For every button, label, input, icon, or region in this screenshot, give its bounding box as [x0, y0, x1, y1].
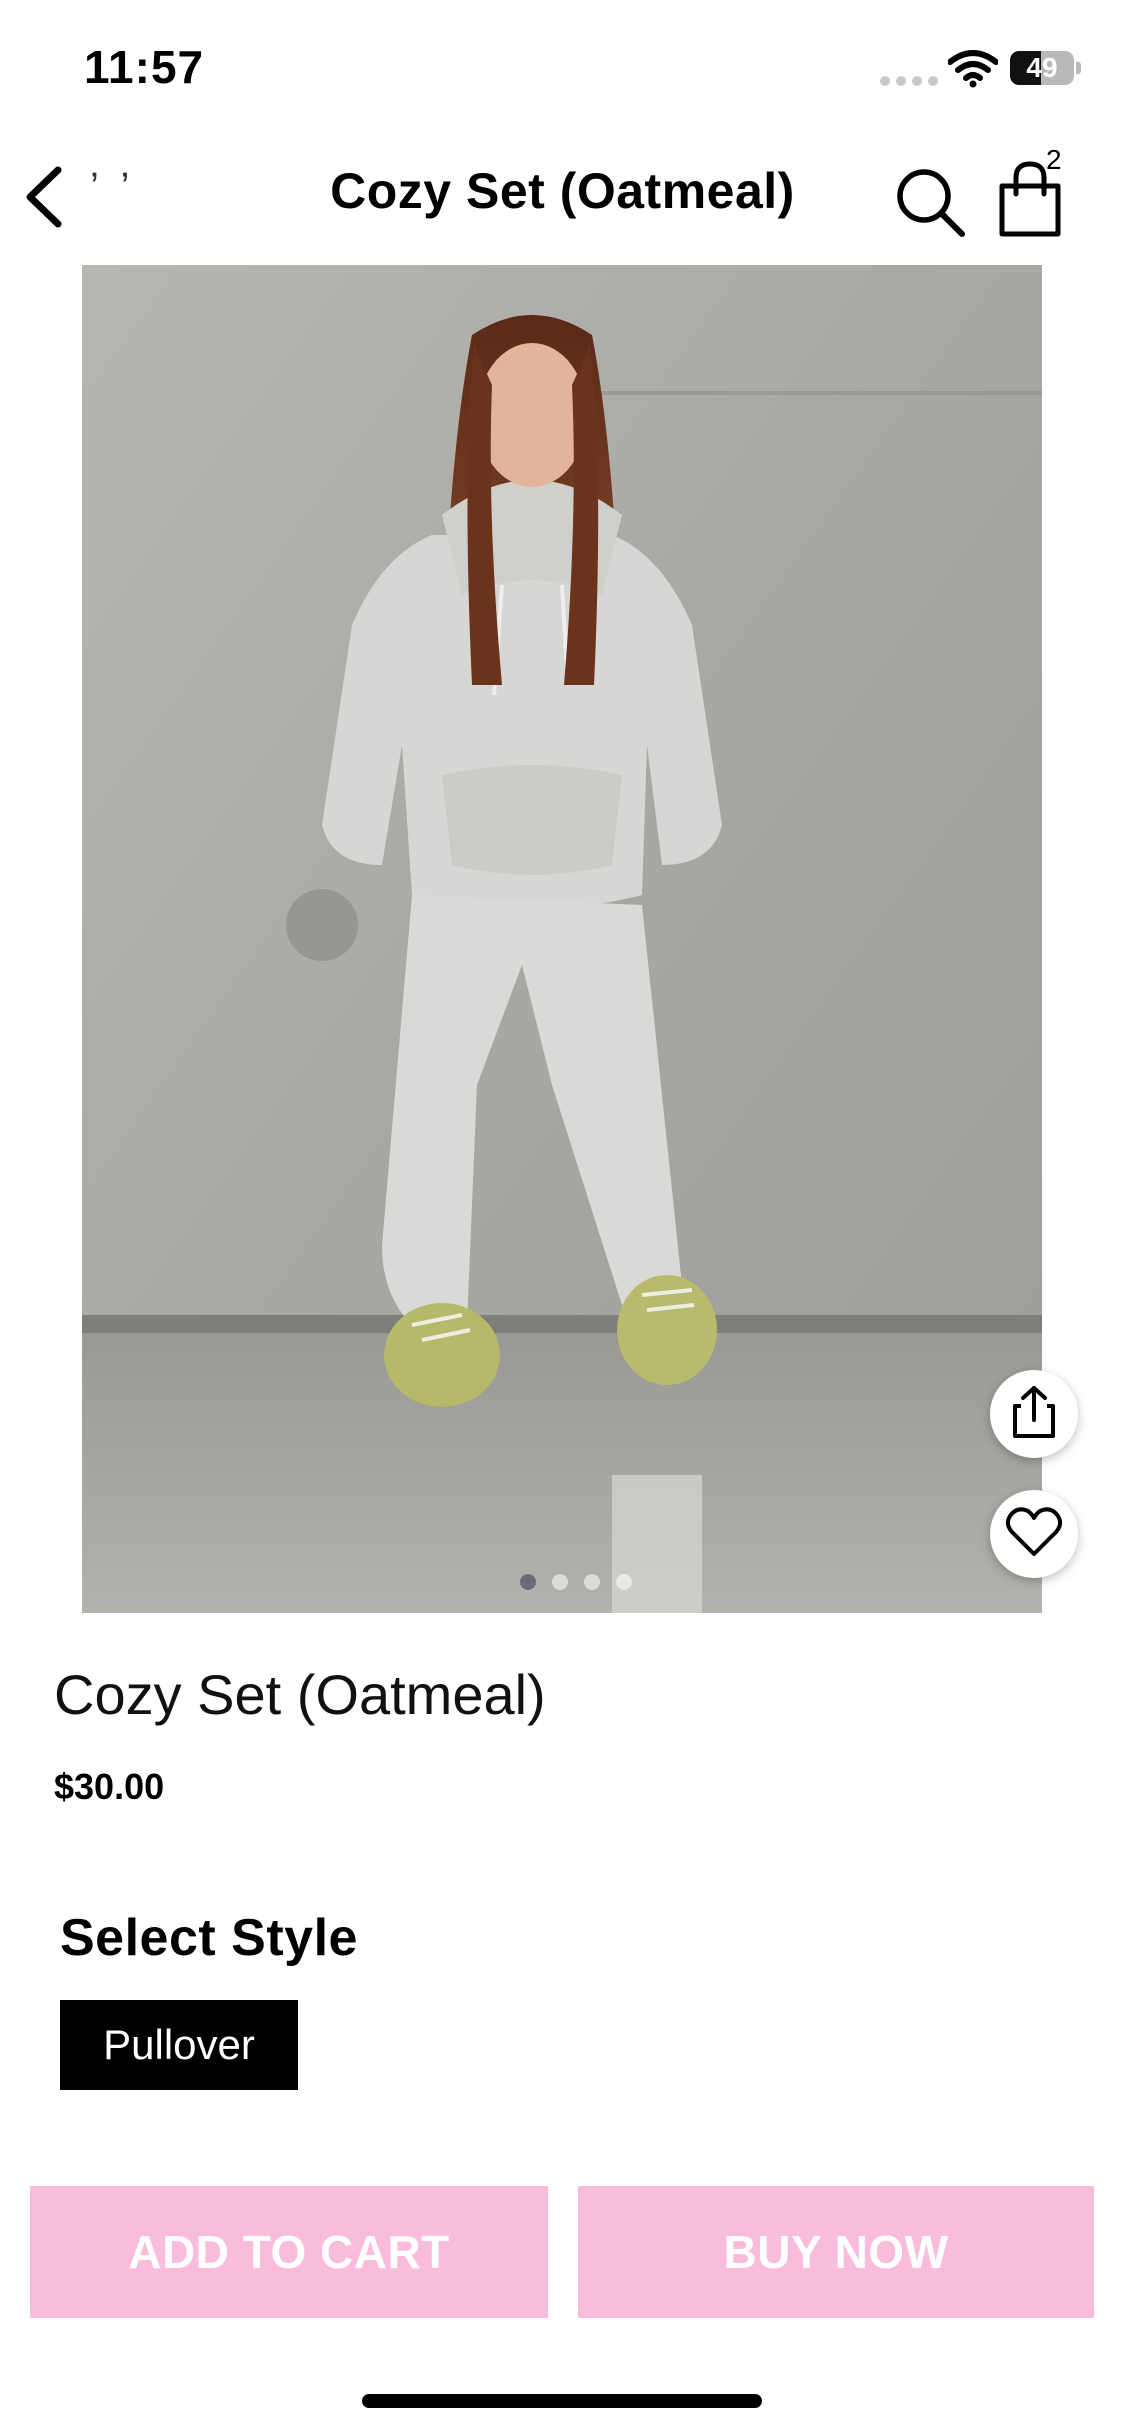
style-option-pullover[interactable]: Pullover	[60, 2000, 298, 2090]
wifi-icon	[947, 50, 999, 93]
battery-cap	[1076, 62, 1081, 74]
image-carousel-dots[interactable]	[520, 1574, 632, 1590]
share-icon	[1009, 1384, 1059, 1445]
product-price: $30.00	[54, 1766, 165, 1807]
back-label[interactable]: ’ ’	[90, 165, 135, 210]
product-image[interactable]	[82, 265, 1042, 1613]
chevron-left-icon[interactable]	[20, 162, 70, 237]
add-to-cart-button[interactable]: ADD TO CART	[30, 2186, 548, 2318]
wishlist-button[interactable]	[990, 1490, 1078, 1578]
battery-level-text: 49	[1026, 52, 1058, 83]
status-time: 11:57	[84, 41, 205, 93]
battery-indicator: 49	[1010, 51, 1074, 85]
carousel-dot[interactable]	[520, 1574, 536, 1590]
cart-count-badge: 2	[1046, 144, 1062, 175]
select-style-heading: Select Style	[60, 1909, 358, 1967]
heart-icon	[1005, 1506, 1063, 1563]
search-icon[interactable]	[892, 164, 968, 245]
product-name: Cozy Set (Oatmeal)	[54, 1663, 546, 1726]
buy-now-button[interactable]: BUY NOW	[578, 2186, 1094, 2318]
share-button[interactable]	[990, 1370, 1078, 1458]
home-indicator[interactable]	[362, 2394, 762, 2408]
carousel-dot[interactable]	[584, 1574, 600, 1590]
carousel-dot[interactable]	[616, 1574, 632, 1590]
carousel-dot[interactable]	[552, 1574, 568, 1590]
cellular-signal-icon	[880, 76, 938, 86]
